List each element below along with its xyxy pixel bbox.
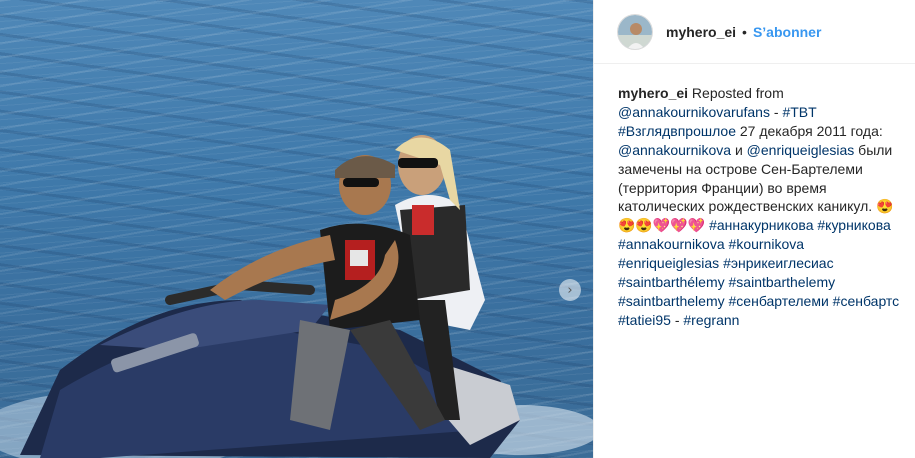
chevron-right-icon: › bbox=[567, 282, 573, 298]
hashtag-link[interactable]: #saintbarthelemy bbox=[729, 274, 836, 290]
post-photo[interactable]: › bbox=[0, 0, 593, 458]
post-header: myhero_ei • S’abonner bbox=[594, 0, 915, 64]
hashtag-link[interactable]: #saintbarthélemy bbox=[618, 274, 725, 290]
hashtag-link[interactable]: #аннакурникова bbox=[709, 217, 813, 233]
hashtag-link[interactable]: #annakournikova bbox=[618, 236, 725, 252]
caption-text: и bbox=[731, 141, 747, 158]
header-username[interactable]: myhero_ei bbox=[666, 24, 736, 40]
caption-username[interactable]: myhero_ei bbox=[618, 85, 688, 101]
post-side-panel: myhero_ei • S’abonner myhero_ei Reposted… bbox=[593, 0, 915, 458]
hashtag-link[interactable]: #tatiei95 bbox=[618, 312, 671, 328]
mention-link[interactable]: @enriqueiglesias bbox=[747, 142, 855, 158]
hashtag-link[interactable]: #сенбартс bbox=[833, 293, 900, 309]
caption-text: 27 декабря 2011 года: bbox=[735, 122, 883, 139]
hashtag-link[interactable]: #энрикеиглесиас bbox=[723, 255, 834, 271]
mention-link[interactable]: @annakournikovarufans bbox=[618, 104, 770, 120]
hashtag-link[interactable]: #сенбартелеми bbox=[729, 293, 829, 309]
next-photo-button[interactable]: › bbox=[559, 279, 581, 301]
mention-link[interactable]: @annakournikova bbox=[618, 142, 731, 158]
hashtag-link[interactable]: #TBT bbox=[782, 104, 816, 120]
caption-text: - bbox=[769, 103, 783, 120]
avatar[interactable] bbox=[617, 13, 653, 50]
hashtag-link[interactable]: #Взглядвпрошлое bbox=[618, 123, 736, 139]
hashtag-link[interactable]: #курникова bbox=[817, 217, 890, 233]
caption-text: - bbox=[670, 311, 684, 328]
avatar-image bbox=[618, 14, 652, 49]
hashtag-link[interactable]: #regrann bbox=[683, 312, 739, 328]
jet-ski-scene bbox=[0, 135, 593, 458]
follow-button[interactable]: S’abonner bbox=[753, 24, 821, 40]
hashtag-link[interactable]: #enriqueiglesias bbox=[618, 255, 719, 271]
hashtag-link[interactable]: #kournikova bbox=[729, 236, 805, 252]
caption-text: Reposted from bbox=[688, 85, 784, 101]
hashtag-link[interactable]: #saintbarthelemy bbox=[618, 293, 725, 309]
post-caption: myhero_ei Reposted from @annakournikovar… bbox=[594, 64, 915, 330]
header-separator: • bbox=[742, 23, 747, 40]
